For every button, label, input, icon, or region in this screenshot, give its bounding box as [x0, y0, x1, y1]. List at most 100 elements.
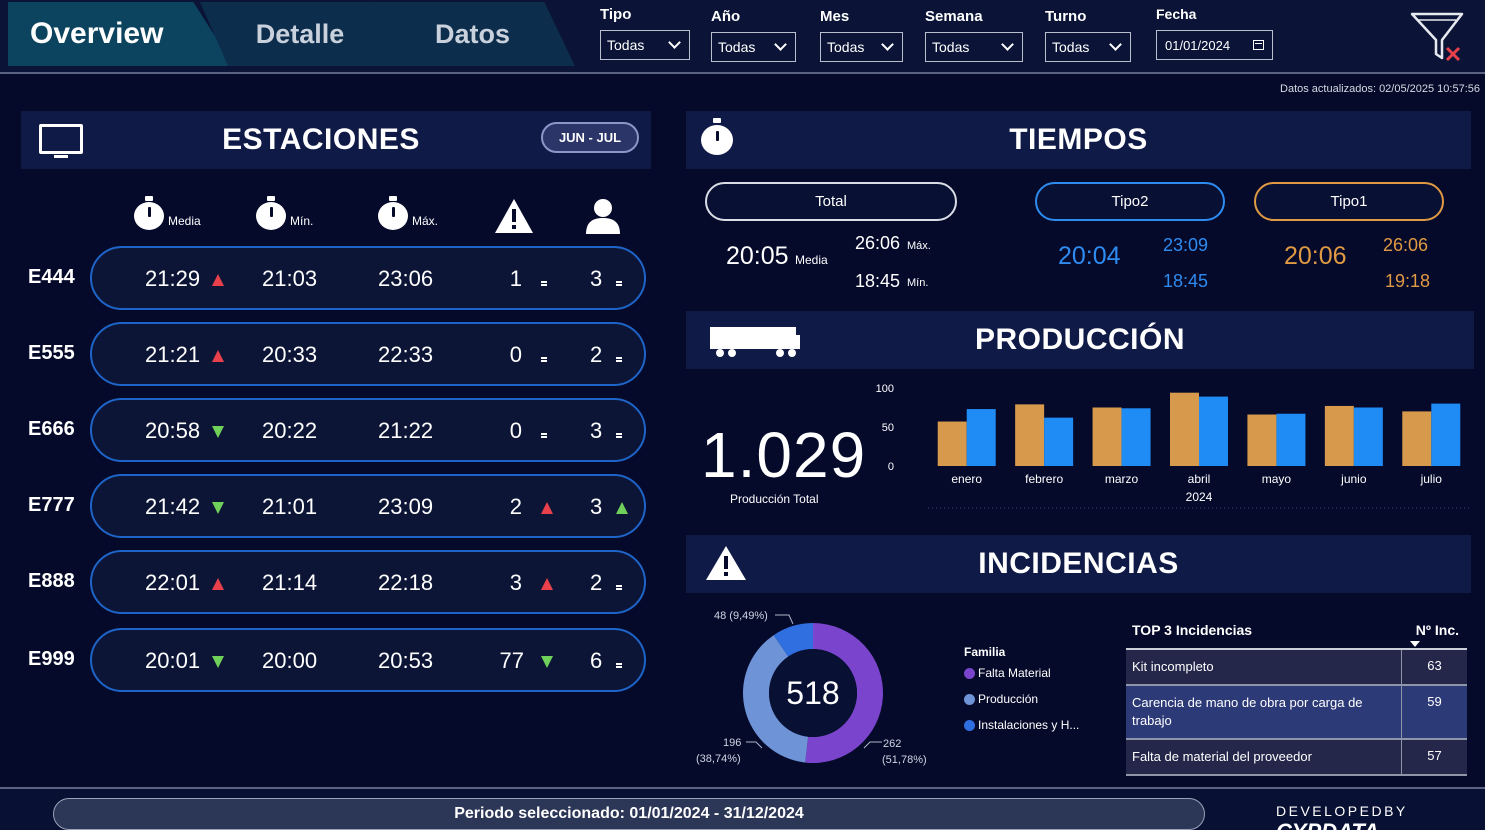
bar-abril-series-2[interactable]: [1199, 396, 1228, 466]
station-people: 3: [590, 266, 603, 291]
filter-semana-dropdown[interactable]: Todas: [925, 32, 1023, 62]
bar-marzo-series-2[interactable]: [1121, 408, 1151, 466]
tab-detalle[interactable]: Detalle: [200, 2, 400, 66]
table-col-name[interactable]: TOP 3 Incidencias: [1126, 622, 1402, 638]
total-media-value: 20:05: [726, 242, 789, 270]
donut-total-value: 518: [786, 675, 839, 711]
station-row[interactable]: 21:29 21:03 23:06 1 3: [90, 246, 646, 310]
filter-tipo-dropdown[interactable]: Todas: [600, 30, 690, 60]
filter-turno: Turno Todas: [1045, 8, 1131, 62]
alerts-trend: [541, 425, 547, 443]
slice-falta-material-pct: (51,78%): [882, 754, 927, 766]
alerts-trend: [541, 577, 553, 595]
trend-up-icon: [616, 502, 628, 514]
filter-semana-value: Todas: [932, 39, 970, 55]
warning-icon: [495, 199, 533, 233]
filter-mes-dropdown[interactable]: Todas: [820, 32, 903, 62]
clear-filters-icon[interactable]: [1410, 12, 1466, 64]
tab-datos[interactable]: Datos: [370, 2, 575, 66]
tiempos-tipo2-pill[interactable]: Tipo2: [1035, 182, 1225, 221]
bar-mayo-series-2[interactable]: [1276, 413, 1306, 466]
station-row[interactable]: 20:58 20:22 21:22 0 3: [90, 398, 646, 462]
media-trend: [212, 577, 224, 595]
produccion-bar-chart[interactable]: 0 50 100 enero febrero marzo abril 2024 mayo juni…: [866, 376, 1474, 516]
filter-anio-dropdown[interactable]: Todas: [711, 32, 796, 62]
alerts-trend: [541, 273, 547, 291]
tiempos-total-pill[interactable]: Total: [705, 182, 957, 221]
station-alerts: 2: [509, 494, 522, 519]
media-trend: [212, 349, 224, 367]
filter-tipo-label: Tipo: [600, 6, 632, 23]
tipo2-min-value: 18:45: [1163, 271, 1209, 291]
station-max: 21:22: [378, 418, 434, 443]
station-row[interactable]: 22:01 21:14 22:18 3 2: [90, 550, 646, 614]
station-row[interactable]: 21:42 21:01 23:09 2 3: [90, 474, 646, 538]
table-row[interactable]: Falta de material del proveedor 57: [1126, 740, 1467, 776]
filter-turno-dropdown[interactable]: Todas: [1045, 32, 1131, 62]
bar-enero-series-2[interactable]: [966, 409, 996, 466]
col-media-header: Media: [134, 196, 201, 230]
station-media: 21:29: [145, 266, 201, 291]
station-people: 3: [590, 494, 603, 519]
filter-fecha: Fecha 01/01/2024: [1156, 6, 1273, 60]
station-row[interactable]: 20:01 20:00 20:53 77 6: [90, 628, 646, 692]
truck-icon: [710, 327, 800, 357]
legend-item-falta-material[interactable]: Falta Material: [964, 666, 1079, 680]
table-col-count[interactable]: Nº Inc.: [1402, 622, 1467, 638]
station-max: 20:53: [378, 648, 434, 673]
station-min: 21:03: [262, 266, 318, 291]
equal-icon: [541, 433, 547, 438]
table-cell-count: 59: [1427, 694, 1442, 709]
people-trend: [616, 273, 622, 291]
produccion-title: PRODUCCIÓN: [974, 323, 1185, 356]
filter-fecha-label: Fecha: [1156, 6, 1197, 22]
sort-desc-icon[interactable]: [1410, 641, 1420, 647]
bar-junio-series-1[interactable]: [1324, 405, 1354, 466]
footer: Periodo seleccionado: 01/01/2024 - 31/12…: [0, 787, 1485, 830]
bar-mayo-series-1[interactable]: [1247, 414, 1277, 466]
tiempos-header: TIEMPOS: [686, 111, 1471, 169]
filter-mes-label: Mes: [820, 8, 850, 25]
leader-line: [775, 614, 794, 625]
legend-dot: [964, 693, 975, 705]
bar-abril-series-1[interactable]: [1170, 392, 1199, 466]
bar-julio-series-1[interactable]: [1402, 411, 1432, 466]
filter-anio: Año Todas: [711, 8, 796, 62]
tab-overview[interactable]: Overview: [8, 2, 234, 66]
station-max: 22:33: [378, 342, 434, 367]
station-name: E666: [28, 418, 75, 440]
people-trend: [616, 655, 622, 673]
equal-icon: [616, 357, 622, 362]
station-max: 23:06: [378, 266, 434, 291]
tab-datos-label: Datos: [434, 18, 510, 49]
top-incidencias-table: TOP 3 Incidencias Nº Inc. Kit incompleto…: [1126, 611, 1467, 776]
station-people: 2: [590, 570, 603, 595]
legend-item-instalaciones[interactable]: Instalaciones y H...: [964, 718, 1079, 732]
period-range-badge[interactable]: JUN - JUL: [541, 122, 639, 153]
warning-icon: [706, 546, 746, 580]
table-cell-count: 63: [1427, 658, 1442, 673]
produccion-total-value: 1.029: [701, 419, 867, 491]
stopwatch-icon: [701, 118, 733, 156]
stopwatch-icon: [378, 196, 408, 230]
bar-febrero-series-2[interactable]: [1044, 417, 1074, 466]
tiempos-tipo1-pill[interactable]: Tipo1: [1254, 182, 1444, 221]
filter-fecha-input[interactable]: 01/01/2024: [1156, 30, 1273, 60]
station-name: E777: [28, 494, 75, 516]
legend-item-produccion[interactable]: Producción: [964, 692, 1079, 706]
station-media: 22:01: [145, 570, 201, 595]
tiempos-tipo2-label: Tipo2: [1111, 193, 1149, 210]
bar-julio-series-2[interactable]: [1431, 403, 1461, 466]
station-row[interactable]: 21:21 20:33 22:33 0 2: [90, 322, 646, 386]
bar-enero-series-1[interactable]: [937, 421, 967, 466]
bar-marzo-series-1[interactable]: [1092, 407, 1122, 467]
calendar-icon[interactable]: [1253, 40, 1264, 50]
station-min: 21:01: [262, 494, 318, 519]
bar-junio-series-2[interactable]: [1353, 407, 1383, 467]
table-header: TOP 3 Incidencias Nº Inc.: [1126, 611, 1467, 650]
table-row[interactable]: Carencia de mano de obra por carga de tr…: [1126, 686, 1467, 740]
equal-icon: [541, 357, 547, 362]
leader-lines: [746, 741, 882, 749]
table-row[interactable]: Kit incompleto 63: [1126, 650, 1467, 686]
bar-febrero-series-1[interactable]: [1015, 404, 1045, 466]
